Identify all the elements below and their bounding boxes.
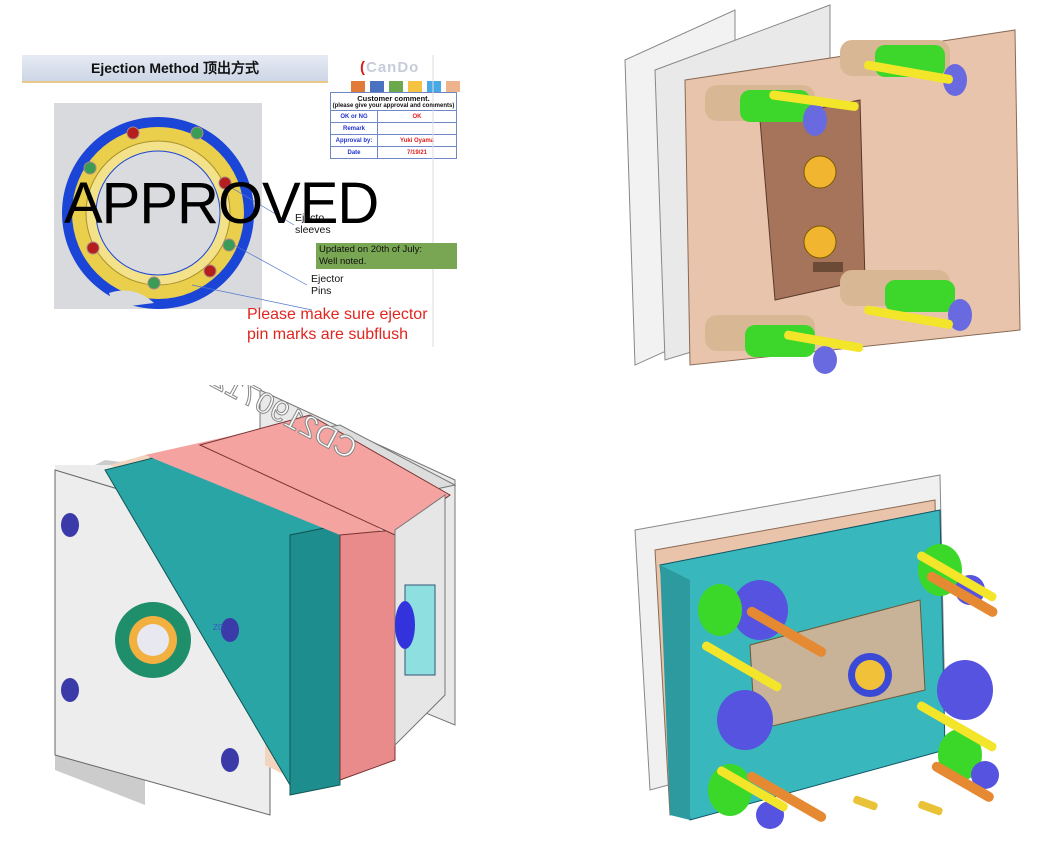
ejection-method-slide: Ejection Method 顶出方式 (CanDo Customer com…	[22, 55, 460, 347]
approved-stamp: APPROVED	[64, 171, 379, 236]
subflush-note: Please make sure ejector pin marks are su…	[247, 306, 428, 343]
update-note: Updated on 20th of July: Well noted.	[316, 243, 457, 269]
engraving-plate	[813, 262, 843, 272]
ejector-pins-label: Ejector Pins	[311, 273, 344, 297]
ejector-sleeves-label: Ejecto sleeves	[295, 212, 331, 236]
mold-ejector-side-render	[624, 4, 1021, 374]
axis-label: ZC	[213, 623, 224, 632]
mold-assembled-render: CD2190712 ZC	[54, 385, 457, 816]
mold-exploded-render	[634, 474, 999, 829]
